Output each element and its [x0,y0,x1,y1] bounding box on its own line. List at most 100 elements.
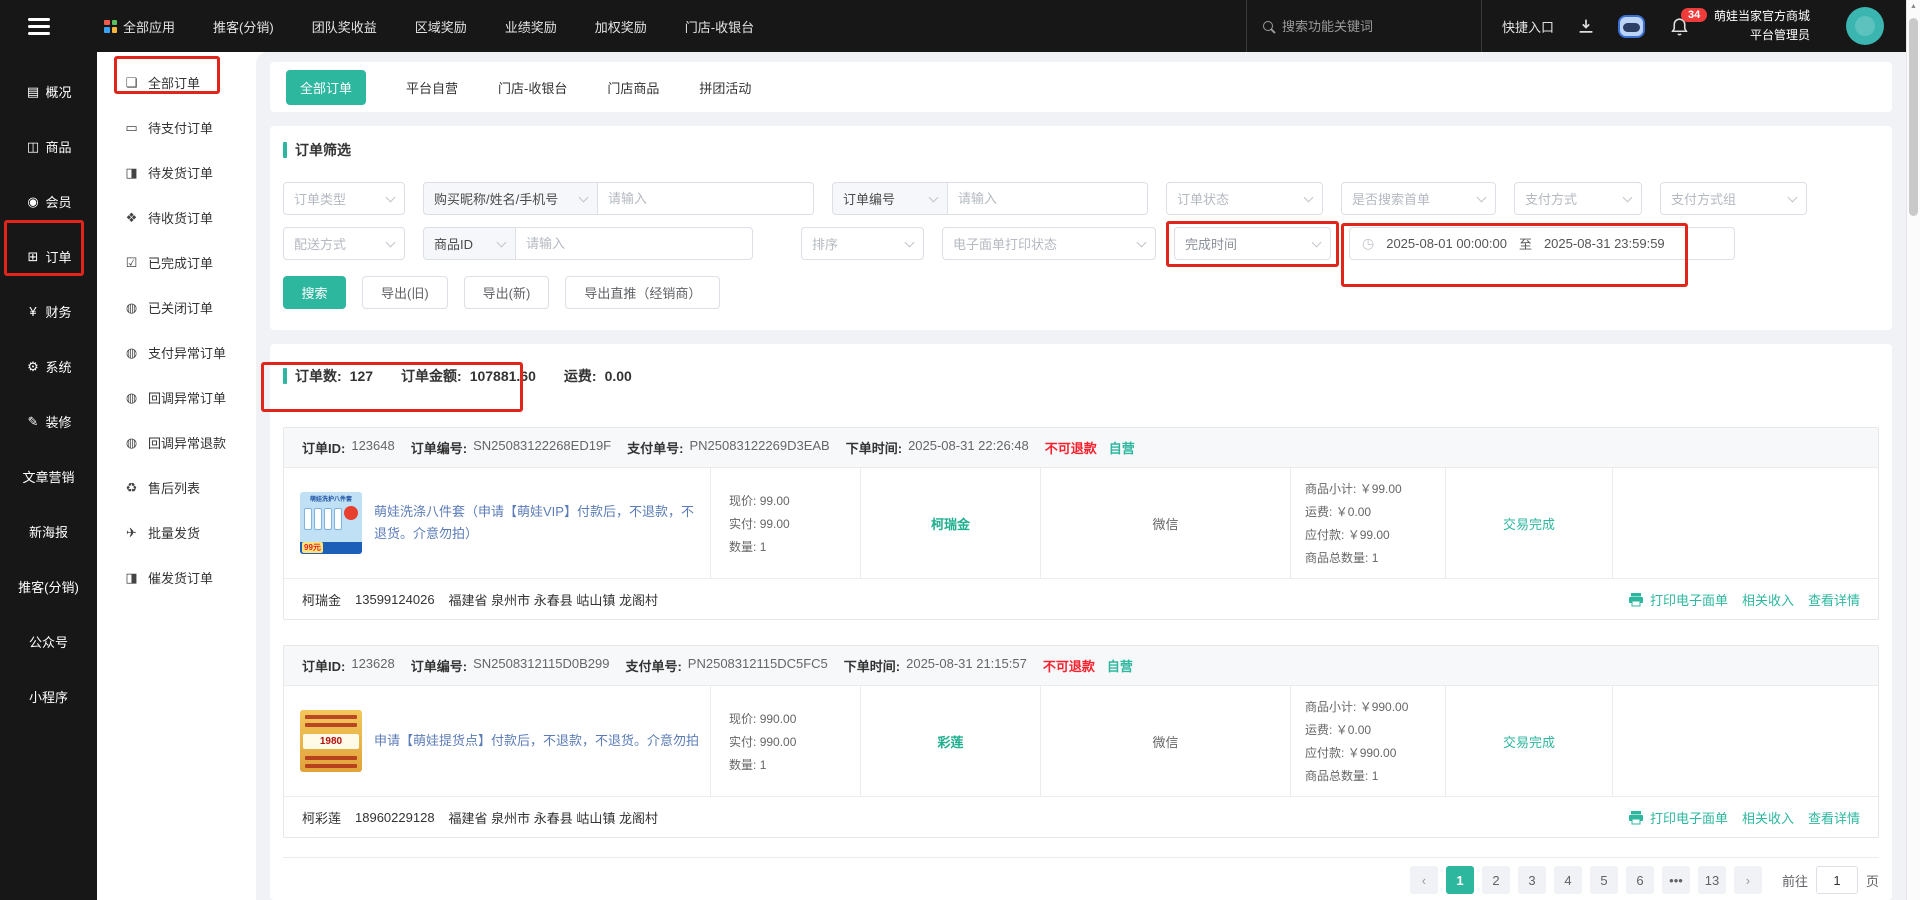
status-text: 交易完成 [1502,516,1555,532]
order-pn-value: PN2508312115DC5FC5 [687,656,828,671]
page-button-3[interactable]: 3 [1517,866,1546,894]
product-id-input[interactable] [516,227,753,260]
sidebar-item-finance[interactable]: ¥ 财务 [0,284,97,339]
page-button-4[interactable]: 4 [1553,866,1582,894]
topbar-nav: 全部应用 推客(分销) 团队奖收益 区域奖励 业绩奖励 加权奖励 门店-收银台 [104,17,754,36]
topbar-nav-distribution[interactable]: 推客(分销) [213,17,274,36]
scroll-up-arrow[interactable]: ▲ [1910,3,1917,10]
prev-page-button[interactable]: ‹ [1409,866,1438,894]
sidebar-item-decorate[interactable]: ✎ 装修 [0,394,97,449]
sidebar-item-official-account[interactable]: 公众号 [0,614,97,669]
product-id-select[interactable]: 商品ID [423,227,516,260]
topbar-nav-region-reward[interactable]: 区域奖励 [415,17,467,36]
topbar-nav-weighted-reward[interactable]: 加权奖励 [595,17,647,36]
finish-time-select[interactable]: 完成时间 [1174,227,1331,260]
subnav-completed-orders[interactable]: ☑ 已完成订单 [97,240,256,285]
search-input[interactable] [1281,18,1452,34]
subnav-pending-shipment[interactable]: ◨ 待发货订单 [97,150,256,195]
search-button[interactable]: 搜索 [283,276,346,309]
sidebar-item-orders[interactable]: ⊞ 订单 [0,229,97,284]
subnav-pending-payment[interactable]: ▭ 待支付订单 [97,105,256,150]
product-name-link[interactable]: 申请【萌娃提货点】付款后，不退款，不退货。介意勿拍 [374,730,699,752]
sidebar-item-new-poster[interactable]: 新海报 [0,504,97,559]
eorder-print-status-select[interactable]: 电子面单打印状态 [942,227,1156,260]
notification-bell[interactable]: 34 [1669,7,1708,37]
quick-entry-link[interactable]: 快捷入口 [1502,17,1554,36]
sort-select[interactable]: 排序 [801,227,924,260]
scrollbar-thumb[interactable] [1909,18,1918,216]
view-detail-link[interactable]: 查看详情 [1808,590,1860,609]
first-order-select[interactable]: 是否搜索首单 [1341,182,1496,215]
product-name-link[interactable]: 萌娃洗涤八件套（申请【萌娃VIP】付款后，不退款，不退货。介意勿拍） [374,501,702,545]
subnav-all-orders[interactable]: ❏ 全部订单 [97,60,256,105]
page-button-1[interactable]: 1 [1445,866,1474,894]
print-eorder-link[interactable]: 打印电子面单 [1650,808,1728,827]
subnav-payment-abnormal-orders[interactable]: ◍ 支付异常订单 [97,330,256,375]
sidebar-item-article-marketing[interactable]: 文章营销 [0,449,97,504]
pay-method-select[interactable]: 支付方式 [1514,182,1642,215]
buyer-field-select[interactable]: 购买昵称/姓名/手机号 [423,182,598,215]
order-no-select[interactable]: 订单编号 [832,182,948,215]
sidebar-item-goods[interactable]: ◫ 商品 [0,119,97,174]
page-button-2[interactable]: 2 [1481,866,1510,894]
tab-all-orders[interactable]: 全部订单 [286,69,367,105]
product-image: 萌娃洗护八件套 99元 [300,492,362,554]
order-no-combo: 订单编号 [832,182,1148,215]
page-button-13[interactable]: 13 [1697,866,1726,894]
subnav-batch-shipment[interactable]: ✈ 批量发货 [97,510,256,555]
subnav-aftersale-list[interactable]: ♻ 售后列表 [97,465,256,510]
export-direct-button[interactable]: 导出直推（经销商） [565,276,721,309]
filter-row-2: 配送方式 商品ID 排序 电子面单打印状态 完成时间 ◷ 2025-08-01 … [283,227,1879,260]
tab-store-cashier[interactable]: 门店-收银台 [498,78,567,97]
topbar-nav-all-apps[interactable]: 全部应用 [104,17,175,36]
buyer-search-input[interactable] [598,182,814,215]
pay-method-group-select[interactable]: 支付方式组 [1660,182,1807,215]
related-income-link[interactable]: 相关收入 [1742,808,1794,827]
page-button-5[interactable]: 5 [1589,866,1618,894]
print-eorder-link[interactable]: 打印电子面单 [1650,590,1728,609]
tab-platform-self[interactable]: 平台自营 [406,78,458,97]
order-sn-value: SN25083122268ED19F [473,438,612,453]
sidebar-item-distribution[interactable]: 推客(分销) [0,559,97,614]
price-now-label: 现价: [729,493,757,508]
sidebar-item-mini-program[interactable]: 小程序 [0,669,97,724]
select-label: 购买昵称/姓名/手机号 [434,192,559,207]
sidebar-item-members[interactable]: ◉ 会员 [0,174,97,229]
buyer-cell[interactable]: 彩莲 [861,686,1041,796]
gear-icon: ⚙ [27,358,39,374]
hamburger-menu-icon[interactable] [28,14,68,39]
filter-row-1: 订单类型 购买昵称/姓名/手机号 订单编号 订单状态 是否搜索首单 支付方式 支… [283,182,1879,215]
main-sidebar: ▤ 概况 ◫ 商品 ◉ 会员 ⊞ 订单 ¥ 财务 ⚙ 系统 ✎ 装修 文章营销 新海报 推客(… [0,52,97,900]
goto-page-input[interactable] [1815,866,1858,894]
next-page-button[interactable]: › [1733,866,1762,894]
sidebar-item-system[interactable]: ⚙ 系统 [0,339,97,394]
assistant-robot-icon[interactable] [1617,14,1645,38]
related-income-link[interactable]: 相关收入 [1742,590,1794,609]
page-ellipsis[interactable]: ••• [1661,866,1690,894]
subnav-closed-orders[interactable]: ◍ 已关闭订单 [97,285,256,330]
export-old-button[interactable]: 导出(旧) [362,276,448,309]
topbar-nav-performance-reward[interactable]: 业绩奖励 [505,17,557,36]
tab-group-activity[interactable]: 拼团活动 [699,78,751,97]
page-button-6[interactable]: 6 [1625,866,1654,894]
subnav-callback-abnormal-refunds[interactable]: ◍ 回调异常退款 [97,420,256,465]
subnav-callback-abnormal-orders[interactable]: ◍ 回调异常订单 [97,375,256,420]
sidebar-item-overview[interactable]: ▤ 概况 [0,64,97,119]
order-status-select[interactable]: 订单状态 [1166,182,1323,215]
order-no-input[interactable] [948,182,1148,215]
order-type-select[interactable]: 订单类型 [283,182,405,215]
topbar-nav-store-cashier[interactable]: 门店-收银台 [685,17,754,36]
topbar-nav-team-income[interactable]: 团队奖收益 [312,17,377,36]
date-range-input[interactable]: ◷ 2025-08-01 00:00:00 至 2025-08-31 23:59… [1349,227,1735,260]
delivery-select[interactable]: 配送方式 [283,227,405,260]
download-icon[interactable] [1578,18,1594,34]
subnav-pending-receipt[interactable]: ❖ 待收货订单 [97,195,256,240]
buyer-cell[interactable]: 柯瑞金 [861,468,1041,578]
view-detail-link[interactable]: 查看详情 [1808,808,1860,827]
members-icon: ◉ [27,193,39,209]
subnav-label: 待收货订单 [148,211,214,226]
tab-store-goods[interactable]: 门店商品 [607,78,659,97]
export-new-button[interactable]: 导出(新) [463,276,550,309]
subnav-urge-shipment-orders[interactable]: ◨ 催发货订单 [97,555,256,600]
avatar[interactable] [1846,7,1884,45]
